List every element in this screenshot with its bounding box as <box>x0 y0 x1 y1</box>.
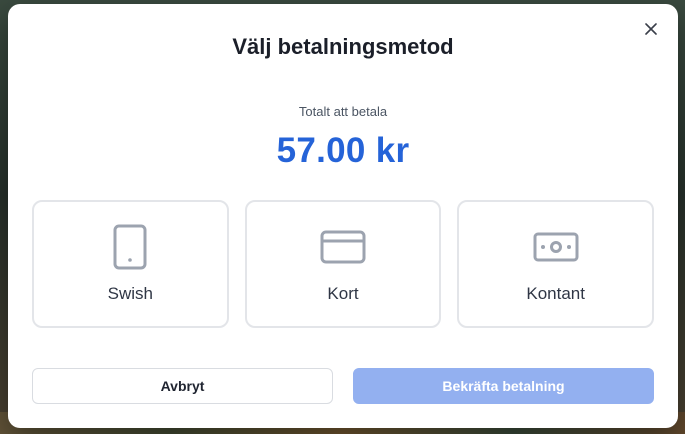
method-swish[interactable]: Swish <box>32 200 229 328</box>
method-label: Kort <box>327 284 359 303</box>
payment-method-dialog: Välj betalningsmetod Totalt att betala 5… <box>8 4 678 428</box>
confirm-payment-button[interactable]: Bekräfta betalning <box>353 368 654 404</box>
dialog-actions: Avbryt Bekräfta betalning <box>32 368 654 404</box>
phone-icon <box>113 224 147 270</box>
method-label: Kontant <box>526 284 585 303</box>
total-amount: 57.00 kr <box>276 131 410 170</box>
total-label: Totalt att betala <box>298 104 388 119</box>
cash-icon <box>533 224 579 270</box>
method-label: Swish <box>107 284 154 303</box>
cancel-button[interactable]: Avbryt <box>32 368 333 404</box>
dialog-title: Välj betalningsmetod <box>232 34 454 59</box>
method-card[interactable]: Kort <box>244 200 442 328</box>
method-cash[interactable]: Kontant <box>457 200 655 328</box>
credit-card-icon <box>320 224 366 270</box>
payment-methods: Swish Kort Kontant <box>32 200 655 328</box>
